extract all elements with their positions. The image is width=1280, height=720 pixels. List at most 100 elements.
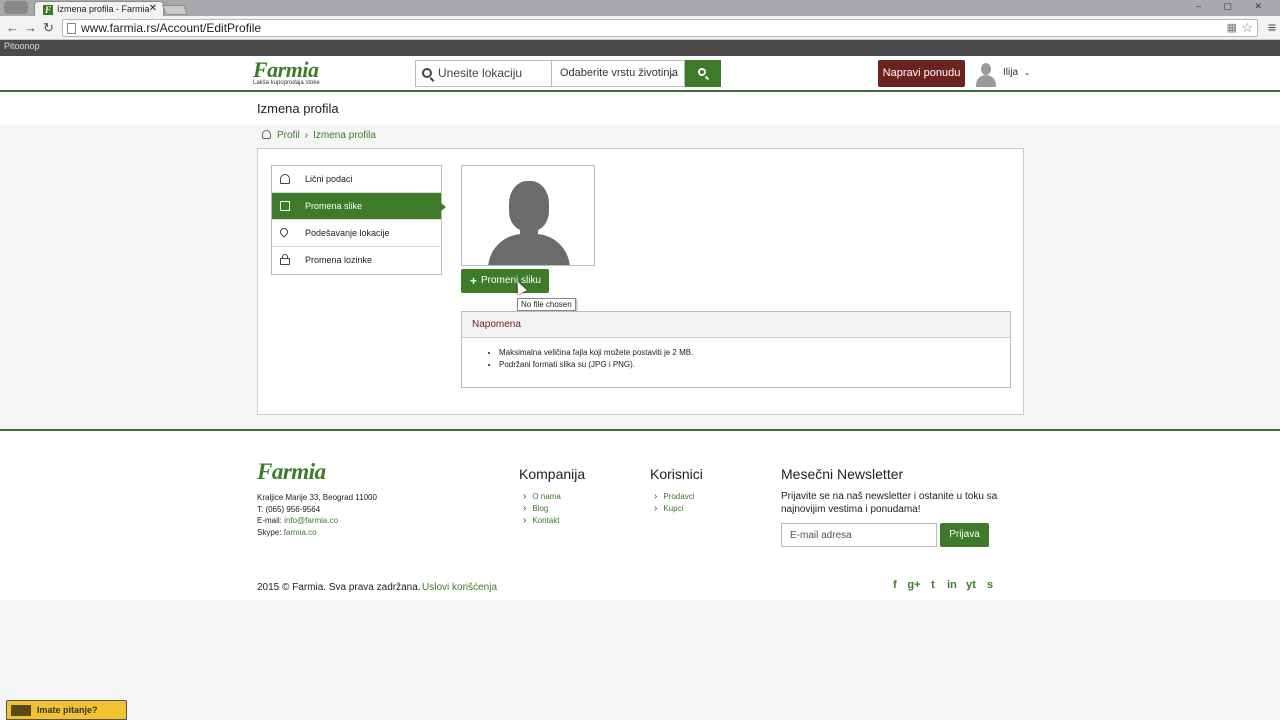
page-title-bar: Izmena profila (0, 92, 1280, 125)
animal-select-value: Odaberite vrstu životinja (560, 67, 678, 79)
chat-icon (11, 705, 31, 716)
footer-company-title: Kompanija (519, 466, 586, 482)
footer-users-title: Korisnici (650, 466, 703, 482)
footer-logo[interactable]: Farmia (257, 459, 326, 485)
footer-users-links: Prodavci Kupci (654, 491, 694, 515)
tab-title: Izmena profila - Farmia (57, 4, 150, 14)
location-input[interactable]: Unesite lokaciju (415, 60, 552, 87)
note-list: Maksimalna veličina fajla koji možete po… (462, 338, 1010, 371)
browser-tab[interactable]: F Izmena profila - Farmia ✕ (34, 1, 164, 16)
user-icon (262, 130, 271, 139)
search-button[interactable] (685, 60, 721, 87)
new-tab-button[interactable] (162, 5, 188, 15)
extension-icon[interactable]: ▦ (1227, 20, 1237, 36)
side-item-change-password[interactable]: Promena lozinke (272, 247, 441, 274)
side-item-location-settings[interactable]: Podešavanje lokacije (272, 220, 441, 247)
avatar[interactable] (975, 61, 997, 87)
site-header: Farmia Lakša kupoprodaja stoke Unesite l… (0, 56, 1280, 92)
chevron-down-icon: ⌄ (668, 68, 676, 78)
terms-link[interactable]: Uslovi korišćenja (422, 582, 497, 593)
logo-slogan: Lakša kupoprodaja stoke (253, 80, 320, 86)
newsletter-signup-button[interactable]: Prijava (940, 523, 989, 547)
social-links: f g+ t in yt s (888, 579, 1002, 591)
newsletter-email-input[interactable] (781, 523, 937, 547)
back-icon[interactable]: ← (6, 20, 19, 35)
youtube-icon[interactable]: yt (964, 579, 978, 591)
chrome-menu-icon[interactable]: ≡ (1268, 19, 1276, 35)
note-item: Podržani formati slika su (JPG i PNG). (499, 359, 1010, 371)
bookmarks-bar: Pitoonop (0, 40, 1280, 56)
address-bar[interactable]: www.farmia.rs/Account/EditProfile ▦ ☆ (62, 19, 1258, 37)
animal-type-select[interactable]: Odaberite vrstu životinja ⌄ (552, 60, 685, 87)
placeholder-silhouette-body (488, 234, 570, 265)
search-icon (422, 68, 432, 78)
change-photo-label: Promeni sliku (481, 275, 542, 286)
plus-icon: + (470, 274, 478, 288)
avatar-head (981, 63, 991, 75)
footer-link-contact[interactable]: Kontakt (523, 515, 561, 527)
footer-contact: Kraljice Marije 33, Beograd 11000 T: (06… (257, 492, 377, 538)
footer-email-link[interactable]: info@farmia.co (284, 516, 338, 525)
site-logo[interactable]: Farmia Lakša kupoprodaja stoke (253, 57, 320, 87)
reload-icon[interactable]: ↻ (43, 20, 54, 36)
window-controls[interactable]: ‒ ▢ ✕ (1196, 1, 1272, 12)
lock-icon (280, 254, 290, 265)
map-pin-icon (278, 226, 290, 238)
location-placeholder: Unesite lokaciju (438, 66, 523, 80)
footer-address: Kraljice Marije 33, Beograd 11000 (257, 493, 377, 502)
tab-close-icon[interactable]: ✕ (149, 2, 157, 16)
logo-text: Farmia (253, 57, 319, 82)
footer-link-sellers[interactable]: Prodavci (654, 491, 694, 503)
page-icon (67, 23, 76, 34)
profile-side-menu: Lični podaci Promena slike Podešavanje l… (271, 165, 446, 275)
file-tooltip: No file chosen (517, 298, 576, 311)
side-item-change-photo[interactable]: Promena slike (272, 193, 446, 220)
footer-link-blog[interactable]: Blog (523, 503, 561, 515)
note-item: Maksimalna veličina fajla koji možete po… (499, 347, 1010, 359)
twitter-icon[interactable]: t (926, 579, 940, 591)
linkedin-icon[interactable]: in (945, 579, 959, 591)
placeholder-silhouette-head (509, 181, 549, 231)
make-offer-button[interactable]: Napravi ponudu (878, 60, 965, 87)
forward-icon[interactable]: → (24, 20, 37, 35)
search-icon (698, 68, 706, 76)
image-icon (280, 201, 290, 211)
side-item-label: Podešavanje lokacije (305, 228, 390, 238)
bookmark-item[interactable]: Pitoonop (4, 41, 40, 51)
browser-toolbar: ← → ↻ www.farmia.rs/Account/EditProfile … (0, 16, 1280, 40)
copyright-text: 2015 © Farmia. Sva prava zadržana. (257, 582, 421, 593)
change-photo-button[interactable]: + Promeni sliku (461, 269, 549, 293)
side-item-personal-data[interactable]: Lični podaci (272, 166, 441, 193)
footer-newsletter-title: Mesečni Newsletter (781, 466, 904, 482)
browser-tabbar: F Izmena profila - Farmia ✕ ‒ ▢ ✕ (0, 0, 1280, 16)
side-item-label: Promena slike (305, 201, 363, 211)
note-title: Napomena (462, 312, 1010, 338)
footer-link-about[interactable]: O nama (523, 491, 560, 503)
help-chat-button[interactable]: Imate pitanje? (6, 700, 127, 720)
footer-skype-link[interactable]: farmia.co (284, 528, 317, 537)
google-plus-icon[interactable]: g+ (907, 579, 921, 591)
breadcrumb-separator: › (304, 130, 309, 141)
site-footer: Farmia Kraljice Marije 33, Beograd 11000… (0, 429, 1280, 600)
bookmark-star-icon[interactable]: ☆ (1241, 20, 1253, 36)
breadcrumb-profile-link[interactable]: Profil (277, 130, 300, 141)
breadcrumb-current[interactable]: Izmena profila (313, 130, 376, 141)
footer-email-label: E-mail: (257, 516, 282, 525)
footer-company-links: O nama Blog Kontakt (523, 491, 561, 527)
newsletter-text: Prijavite se na naš newsletter i ostanit… (781, 491, 998, 515)
side-item-label: Promena lozinke (305, 255, 373, 265)
note-panel: Napomena Maksimalna veličina fajla koji … (461, 311, 1011, 388)
footer-phone: T: (065) 956-9564 (257, 504, 321, 514)
breadcrumb: Profil › Izmena profila (262, 130, 376, 141)
profile-photo (461, 165, 595, 266)
user-menu[interactable]: Ilija ⌄ (1003, 67, 1031, 78)
help-label: Imate pitanje? (37, 705, 98, 715)
footer-link-buyers[interactable]: Kupci (654, 503, 694, 515)
skype-icon[interactable]: s (983, 579, 997, 591)
footer-skype-label: Skype: (257, 527, 282, 537)
side-item-label: Lični podaci (305, 174, 353, 184)
facebook-icon[interactable]: f (888, 579, 902, 591)
browser-menu-icon[interactable] (4, 1, 28, 14)
user-icon (280, 174, 290, 184)
page-title: Izmena profila (257, 101, 339, 116)
